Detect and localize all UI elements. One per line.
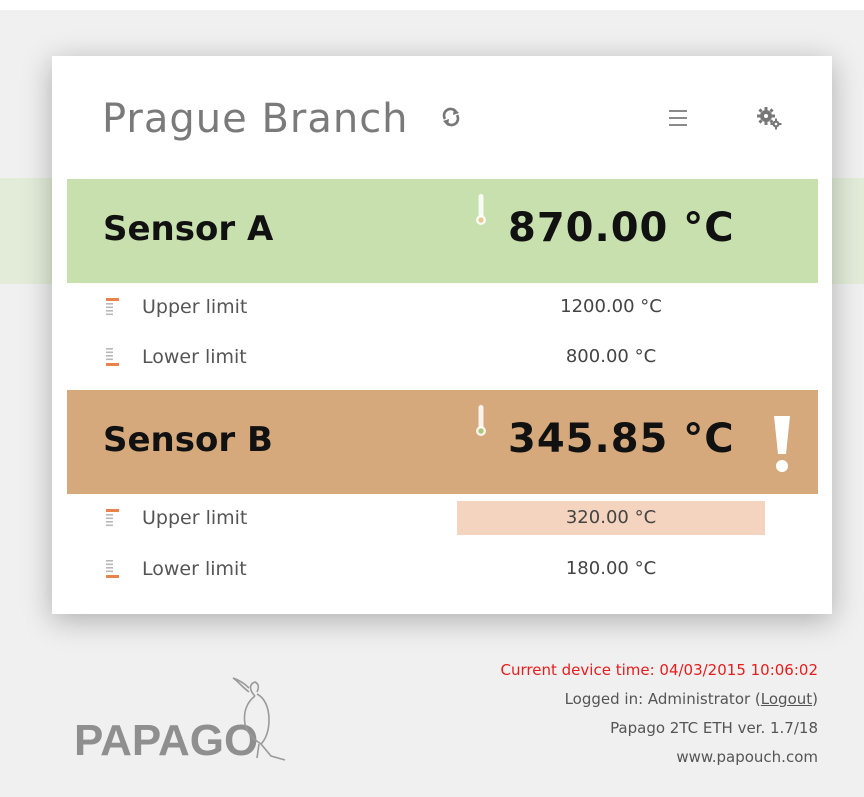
papago-logo: PAPAGO [74,676,304,776]
logged-in-prefix: Logged in: Administrator ( [564,690,761,708]
thermometer-icon [475,404,487,438]
sensor-name: Sensor B [103,420,273,460]
logout-link[interactable]: Logout [761,690,812,708]
limit-label: Lower limit [142,346,247,368]
limit-value-box: 800.00 °C [457,340,765,374]
device-time: Current device time: 04/03/2015 10:06:02 [500,661,818,679]
limit-value: 180.00 °C [565,558,657,579]
upper-limit-row[interactable]: Upper limit 1200.00 °C [67,283,818,331]
upper-limit-icon [105,508,121,528]
limit-value: 800.00 °C [565,346,657,367]
lower-limit-icon [105,559,121,579]
menu-icon[interactable] [669,110,687,126]
refresh-icon[interactable] [440,106,462,128]
top-strip [0,0,864,10]
upper-limit-icon [105,297,121,317]
sensor-name: Sensor A [103,209,274,249]
lower-limit-row[interactable]: Lower limit 180.00 °C [67,545,818,593]
lower-limit-icon [105,347,121,367]
sensor-value: 345.85 °C [508,416,735,462]
website: www.papouch.com [676,748,818,766]
sensor-panel: Prague Branch Sensor A 870.00 °C Upper l… [52,56,832,614]
limit-value-box-exceeded: 320.00 °C [457,501,765,535]
thermometer-icon [475,193,487,227]
upper-limit-row[interactable]: Upper limit 320.00 °C [67,494,818,542]
logged-in-line: Logged in: Administrator (Logout) [501,685,818,714]
panel-title: Prague Branch [102,96,409,142]
parrot-icon [232,677,286,761]
limit-value: 320.00 °C [565,507,657,528]
limit-label: Upper limit [142,296,248,318]
sensor-b-bar[interactable]: Sensor B 345.85 °C [67,390,818,494]
footer: Current device time: 04/03/2015 10:06:02… [501,656,818,772]
logged-in-suffix: ) [812,690,818,708]
limit-value-box: 180.00 °C [457,552,765,586]
sensor-value: 870.00 °C [508,205,735,251]
lower-limit-row[interactable]: Lower limit 800.00 °C [67,333,818,381]
limit-label: Lower limit [142,558,247,580]
sensor-a-bar[interactable]: Sensor A 870.00 °C [67,179,818,283]
settings-gear-icon[interactable] [756,106,782,130]
limit-value-box: 1200.00 °C [457,290,765,324]
limit-value: 1200.00 °C [560,296,662,317]
version-info: Papago 2TC ETH ver. 1.7/18 [610,719,818,737]
limit-label: Upper limit [142,507,248,529]
alarm-exclamation-icon [771,414,793,474]
